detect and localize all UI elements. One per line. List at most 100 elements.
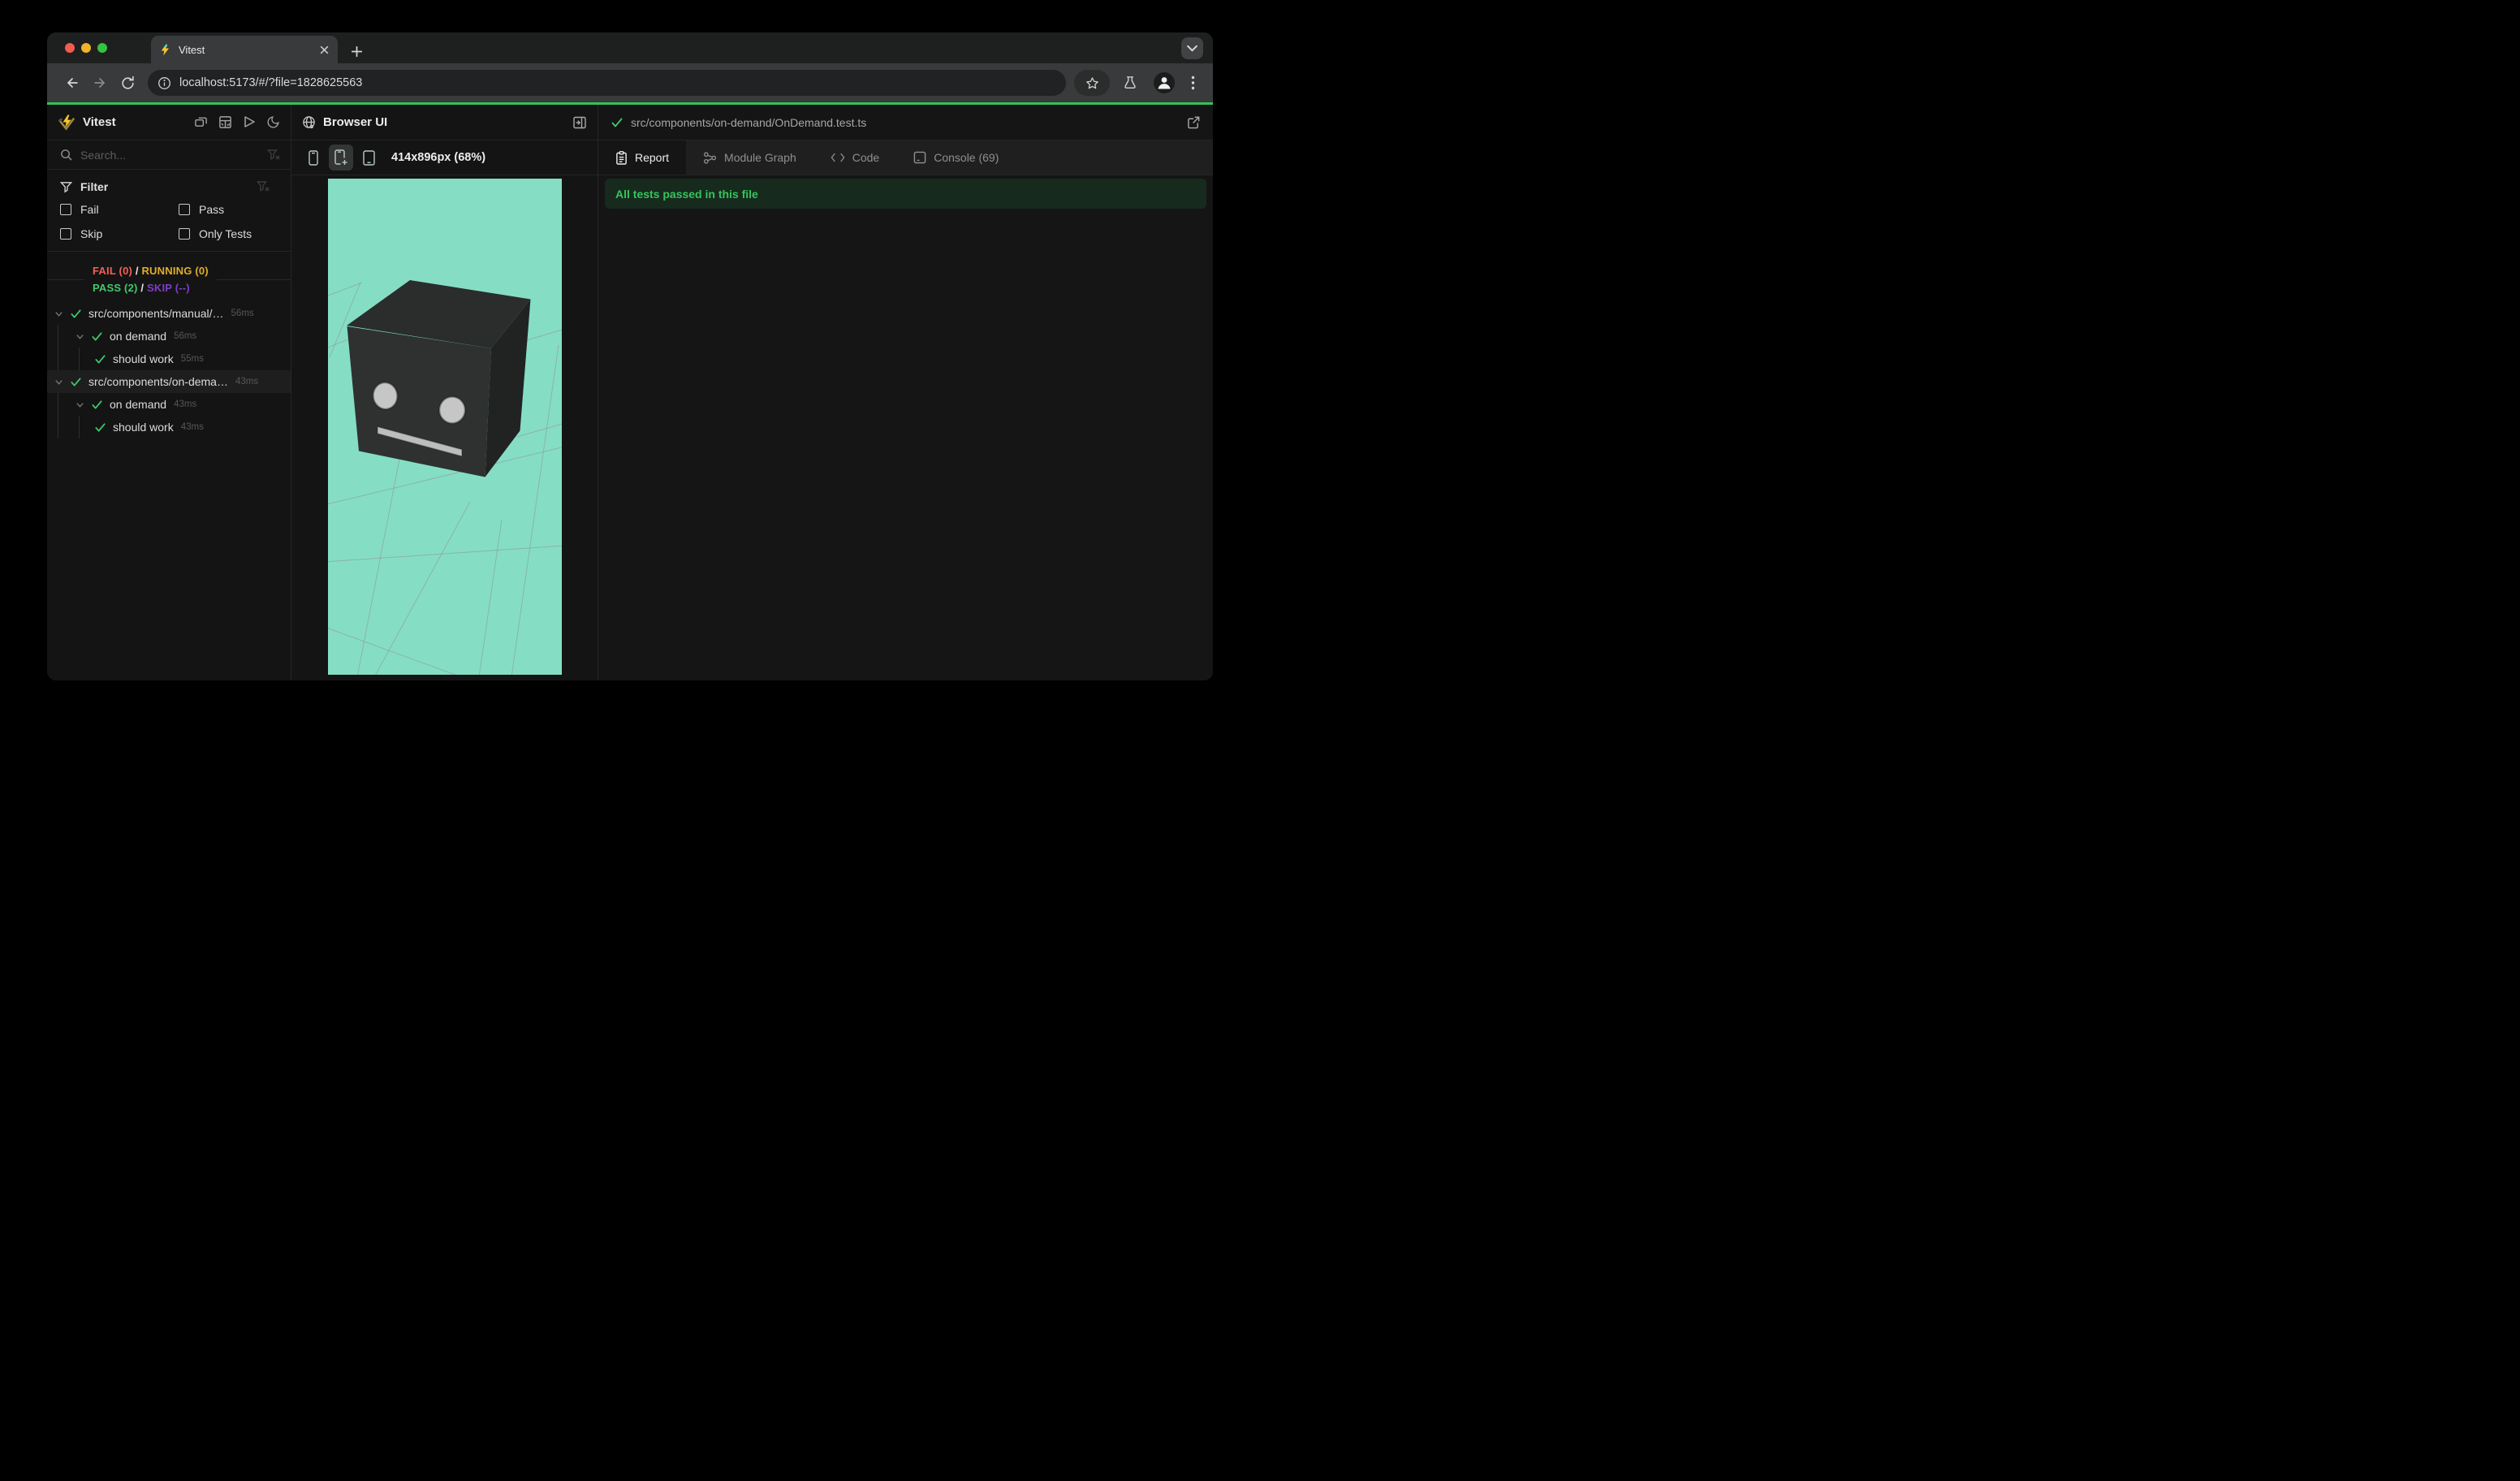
rendered-test-canvas[interactable] — [327, 179, 562, 675]
running-count: RUNNING (0) — [141, 265, 209, 277]
test-name: should work — [113, 421, 174, 434]
browser-ui-panel: Browser UI 414x896px (68%) — [291, 105, 598, 680]
clear-search-filter-icon[interactable] — [267, 149, 280, 162]
dark-mode-moon-icon[interactable] — [266, 115, 280, 129]
banner-text: All tests passed in this file — [615, 187, 758, 201]
current-file-path: src/components/on-demand/OnDemand.test.t… — [631, 115, 867, 129]
tree-row-file-selected[interactable]: src/components/on-dema… 43ms — [47, 370, 291, 393]
panel-title: Browser UI — [323, 115, 388, 129]
pass-check-icon — [91, 399, 103, 411]
back-button[interactable] — [58, 69, 86, 97]
test-file-name: src/components/on-dema… — [88, 375, 228, 388]
test-tree: src/components/manual/… 56ms on demand 5… — [47, 302, 291, 438]
chevron-down-icon[interactable] — [76, 400, 84, 409]
viewport-size-label: 414x896px (68%) — [391, 151, 486, 164]
pass-check-icon — [91, 330, 103, 343]
tree-row-suite[interactable]: on demand 56ms — [47, 325, 291, 348]
tree-row-test[interactable]: should work 43ms — [47, 416, 291, 438]
viewport-small-mobile-button[interactable] — [301, 145, 326, 171]
suite-name: on demand — [110, 398, 167, 411]
filter-option-skip[interactable]: Skip — [60, 222, 179, 246]
summary-separator: / — [140, 282, 145, 294]
filter-option-only-tests[interactable]: Only Tests — [179, 222, 291, 246]
menu-kebab-icon[interactable] — [1191, 76, 1195, 90]
tab-label: Console (69) — [934, 151, 999, 164]
search-input[interactable] — [80, 148, 267, 162]
collapse-windows-icon[interactable] — [194, 115, 208, 129]
titlebar: Vitest — [47, 32, 1213, 63]
browser-tab[interactable]: Vitest — [151, 36, 338, 63]
site-info-icon[interactable] — [158, 76, 171, 90]
tab-title: Vitest — [179, 43, 205, 56]
minimize-window-button[interactable] — [81, 43, 91, 53]
forward-button[interactable] — [86, 69, 114, 97]
test-duration: 43ms — [235, 377, 259, 386]
test-summary: FAIL (0) / RUNNING (0) PASS (2) / SKIP (… — [47, 261, 291, 299]
funnel-icon — [60, 181, 72, 193]
suite-name: on demand — [110, 330, 167, 343]
filter-option-pass[interactable]: Pass — [179, 197, 291, 222]
test-duration: 43ms — [180, 422, 204, 432]
summary-separator: / — [135, 265, 139, 277]
tab-report[interactable]: Report — [598, 140, 687, 175]
chevron-down-icon[interactable] — [76, 332, 84, 341]
tab-search-button[interactable] — [1181, 37, 1203, 59]
checkbox-fail[interactable] — [60, 204, 71, 215]
panel-toggle-icon[interactable] — [572, 115, 587, 130]
clear-filters-icon[interactable] — [257, 180, 270, 193]
test-duration: 56ms — [174, 331, 197, 341]
window-controls — [47, 32, 122, 63]
checkbox-only-tests[interactable] — [179, 228, 190, 240]
tab-module-graph[interactable]: Module Graph — [686, 140, 813, 175]
module-graph-icon — [703, 151, 717, 165]
code-icon — [831, 152, 845, 163]
reload-button[interactable] — [114, 69, 141, 97]
tree-row-file[interactable]: src/components/manual/… 56ms — [47, 302, 291, 325]
checkbox-pass[interactable] — [179, 204, 190, 215]
fail-count: FAIL (0) — [93, 265, 133, 277]
tab-label: Report — [635, 151, 670, 164]
filter-section: Filter Fail Pass Skip Only Tests — [47, 170, 291, 252]
browser-window: Vitest localhost:5173/#/?file=1828625563 — [47, 32, 1213, 680]
checkbox-skip[interactable] — [60, 228, 71, 240]
chevron-down-icon[interactable] — [54, 309, 63, 318]
search-row — [47, 140, 291, 170]
test-duration: 56ms — [231, 309, 254, 318]
address-bar[interactable]: localhost:5173/#/?file=1828625563 — [148, 70, 1066, 96]
new-tab-button[interactable] — [351, 45, 363, 58]
filter-label: Only Tests — [199, 227, 252, 240]
dashboard-icon[interactable] — [218, 115, 232, 129]
tab-label: Code — [852, 151, 880, 164]
pass-check-icon — [70, 308, 82, 320]
test-duration: 43ms — [174, 399, 197, 409]
tree-row-test[interactable]: should work 55ms — [47, 348, 291, 370]
filter-label: Fail — [80, 203, 99, 216]
test-duration: 55ms — [180, 354, 204, 364]
tab-console[interactable]: Console (69) — [896, 140, 1016, 175]
report-panel: src/components/on-demand/OnDemand.test.t… — [598, 105, 1213, 680]
profile-avatar-icon[interactable] — [1154, 72, 1175, 93]
filter-option-fail[interactable]: Fail — [60, 197, 179, 222]
tab-code[interactable]: Code — [813, 140, 896, 175]
viewport-tablet-button[interactable] — [356, 145, 381, 171]
bookmark-star-icon[interactable] — [1074, 70, 1110, 96]
run-all-play-icon[interactable] — [243, 115, 256, 129]
cube-right-eye — [438, 395, 466, 425]
viewport-large-mobile-button[interactable] — [329, 145, 353, 171]
url-text[interactable]: localhost:5173/#/?file=1828625563 — [179, 76, 362, 89]
report-tabs: Report Module Graph Code Console (69) — [598, 140, 1213, 175]
all-tests-passed-banner: All tests passed in this file — [605, 179, 1206, 209]
experiments-flask-icon[interactable] — [1123, 76, 1137, 90]
close-window-button[interactable] — [65, 43, 75, 53]
zoom-window-button[interactable] — [97, 43, 107, 53]
vitest-favicon-icon — [159, 43, 171, 56]
chevron-down-icon[interactable] — [54, 378, 63, 386]
pass-check-icon — [611, 116, 624, 129]
clipboard-icon — [615, 150, 628, 165]
pass-count: PASS (2) — [93, 282, 138, 294]
tree-row-suite[interactable]: on demand 43ms — [47, 393, 291, 416]
pass-check-icon — [94, 353, 106, 365]
sidebar: Vitest Search... Filter Fail Pass Skip O… — [47, 105, 291, 680]
open-external-icon[interactable] — [1187, 115, 1201, 129]
close-tab-icon[interactable] — [319, 45, 330, 55]
